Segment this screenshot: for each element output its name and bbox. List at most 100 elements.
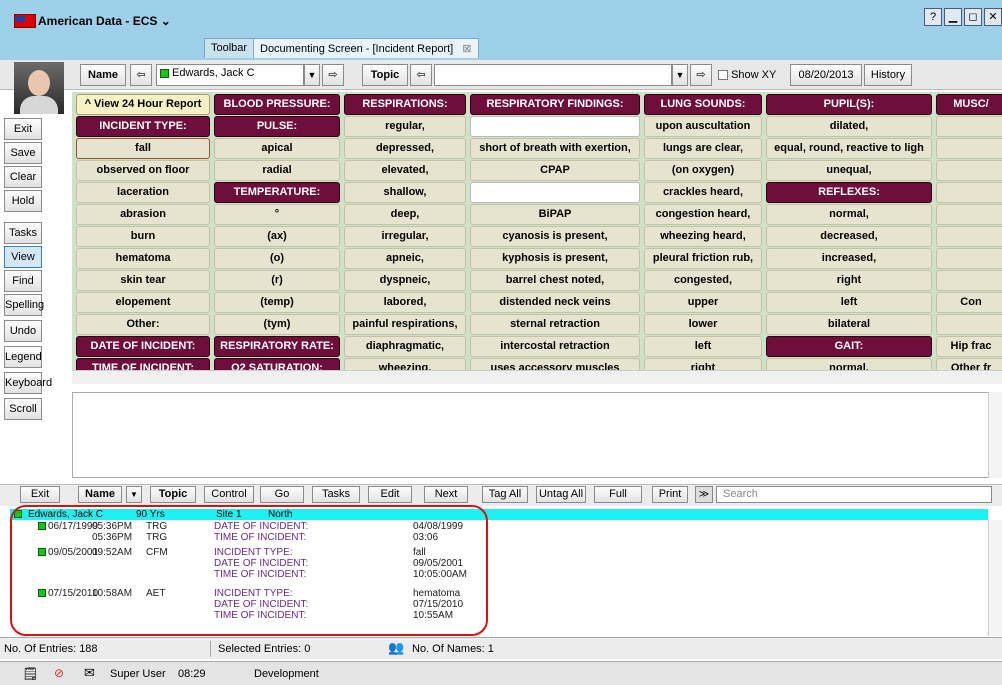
topic-field[interactable]: [434, 64, 672, 86]
grid-header-cell[interactable]: INCIDENT TYPE:: [76, 116, 210, 137]
grid-option-cell[interactable]: laceration: [76, 182, 210, 203]
grid-option-cell[interactable]: Other:: [76, 314, 210, 335]
grid-option-cell[interactable]: (ax): [214, 226, 340, 247]
grid-option-cell[interactable]: [936, 182, 1002, 203]
grid-option-cell[interactable]: right: [644, 358, 762, 370]
grid-option-cell[interactable]: [936, 270, 1002, 291]
minimize-button[interactable]: ▁: [944, 8, 962, 26]
grid-option-cell[interactable]: deep,: [344, 204, 466, 225]
grid-option-cell[interactable]: [470, 116, 640, 137]
grid-option-cell[interactable]: (temp): [214, 292, 340, 313]
grid-option-cell[interactable]: left: [766, 292, 932, 313]
grid-option-cell[interactable]: observed on floor: [76, 160, 210, 181]
grid-option-cell[interactable]: short of breath with exertion,: [470, 138, 640, 159]
grid-option-cell[interactable]: upon auscultation: [644, 116, 762, 137]
sidebar-exit-button[interactable]: Exit: [4, 118, 42, 140]
notes-scrollbar[interactable]: [988, 392, 1002, 478]
grid-header-cell[interactable]: TEMPERATURE:: [214, 182, 340, 203]
tab-documenting-screen[interactable]: Documenting Screen - [Incident Report] ⊠: [253, 38, 479, 58]
sidebar-legend-button[interactable]: Legend: [4, 346, 42, 368]
grid-option-cell[interactable]: elopement: [76, 292, 210, 313]
grid-option-cell[interactable]: irregular,: [344, 226, 466, 247]
grid-option-cell[interactable]: [936, 160, 1002, 181]
show-xy-option[interactable]: Show XY: [718, 69, 776, 81]
grid-option-cell[interactable]: Other fr: [936, 358, 1002, 370]
show-xy-checkbox[interactable]: [718, 70, 728, 81]
grid-header-cell[interactable]: RESPIRATORY FINDINGS:: [470, 94, 640, 115]
grid-header-cell[interactable]: O2 SATURATION:: [214, 358, 340, 370]
date-button[interactable]: 08/20/2013: [790, 64, 862, 86]
grid-header-cell[interactable]: LUNG SOUNDS:: [644, 94, 762, 115]
name-button[interactable]: Name: [80, 64, 126, 86]
sidebar-clear-button[interactable]: Clear: [4, 166, 42, 188]
grid-option-cell[interactable]: cyanosis is present,: [470, 226, 640, 247]
grid-option-cell[interactable]: [936, 314, 1002, 335]
grid-option-cell[interactable]: BiPAP: [470, 204, 640, 225]
grid-option-cell[interactable]: uses accessory muscles: [470, 358, 640, 370]
topic-arrow-right-icon[interactable]: ⇨: [690, 64, 712, 86]
grid-option-cell[interactable]: shallow,: [344, 182, 466, 203]
sidebar-spelling-button[interactable]: Spelling: [4, 294, 44, 316]
sidebar-scroll-button[interactable]: Scroll: [4, 398, 42, 420]
grid-option-cell[interactable]: (o): [214, 248, 340, 269]
sidebar-save-button[interactable]: Save: [4, 142, 42, 164]
mail-icon[interactable]: ✉: [84, 665, 95, 681]
tab-toolbar[interactable]: Toolbar: [204, 38, 255, 58]
grid-option-cell[interactable]: bilateral: [766, 314, 932, 335]
list-edit-button[interactable]: Edit: [368, 486, 412, 503]
expand-icon[interactable]: ≫: [695, 486, 713, 503]
grid-header-cell[interactable]: REFLEXES:: [766, 182, 932, 203]
search-input[interactable]: Search: [716, 486, 992, 503]
topic-button[interactable]: Topic: [362, 64, 408, 86]
grid-option-cell[interactable]: distended neck veins: [470, 292, 640, 313]
grid-option-cell[interactable]: congestion heard,: [644, 204, 762, 225]
history-button[interactable]: History: [864, 64, 912, 86]
grid-option-cell[interactable]: ^ View 24 Hour Report: [76, 94, 210, 115]
grid-option-cell[interactable]: wheezing heard,: [644, 226, 762, 247]
grid-option-cell[interactable]: burn: [76, 226, 210, 247]
grid-option-cell[interactable]: normal,: [766, 204, 932, 225]
sidebar-hold-button[interactable]: Hold: [4, 190, 42, 212]
notes-icon[interactable]: 🗒: [22, 666, 39, 682]
grid-option-cell[interactable]: skin tear: [76, 270, 210, 291]
notes-area[interactable]: [72, 392, 1002, 478]
patient-name-select[interactable]: Edwards, Jack C: [156, 64, 304, 86]
grid-option-cell[interactable]: hematoma: [76, 248, 210, 269]
list-tag-all-button[interactable]: Tag All: [482, 486, 528, 503]
grid-option-cell[interactable]: lungs are clear,: [644, 138, 762, 159]
grid-header-cell[interactable]: PUPIL(S):: [766, 94, 932, 115]
grid-option-cell[interactable]: lower: [644, 314, 762, 335]
grid-option-cell[interactable]: depressed,: [344, 138, 466, 159]
grid-option-cell[interactable]: radial: [214, 160, 340, 181]
grid-option-cell[interactable]: pleural friction rub,: [644, 248, 762, 269]
topic-dropdown-button[interactable]: ▼: [672, 64, 688, 86]
grid-option-cell[interactable]: elevated,: [344, 160, 466, 181]
grid-option-cell[interactable]: equal, round, reactive to ligh: [766, 138, 932, 159]
grid-option-cell[interactable]: crackles heard,: [644, 182, 762, 203]
grid-option-cell[interactable]: (on oxygen): [644, 160, 762, 181]
grid-option-cell[interactable]: right: [766, 270, 932, 291]
grid-option-cell[interactable]: upper: [644, 292, 762, 313]
topic-arrow-left-icon[interactable]: ⇦: [410, 64, 432, 86]
list-tasks-button[interactable]: Tasks: [312, 486, 360, 503]
grid-option-cell[interactable]: CPAP: [470, 160, 640, 181]
grid-header-cell[interactable]: PULSE:: [214, 116, 340, 137]
arrow-left-icon[interactable]: ⇦: [130, 64, 152, 86]
maximize-button[interactable]: ◻: [964, 8, 982, 26]
grid-option-cell[interactable]: [936, 204, 1002, 225]
sidebar-view-button[interactable]: View: [4, 246, 42, 268]
grid-option-cell[interactable]: dyspneic,: [344, 270, 466, 291]
grid-header-cell[interactable]: RESPIRATORY RATE:: [214, 336, 340, 357]
grid-option-cell[interactable]: (r): [214, 270, 340, 291]
grid-option-cell[interactable]: [936, 248, 1002, 269]
grid-option-cell[interactable]: Hip frac: [936, 336, 1002, 357]
close-tab-icon[interactable]: ⊠: [462, 43, 471, 55]
grid-option-cell[interactable]: increased,: [766, 248, 932, 269]
name-dropdown-button[interactable]: ▼: [126, 486, 142, 503]
sidebar-find-button[interactable]: Find: [4, 270, 42, 292]
list-topic-button[interactable]: Topic: [150, 486, 196, 503]
grid-option-cell[interactable]: dilated,: [766, 116, 932, 137]
grid-header-cell[interactable]: GAIT:: [766, 336, 932, 357]
grid-header-cell[interactable]: TIME OF INCIDENT:: [76, 358, 210, 370]
list-scrollbar[interactable]: [988, 520, 1002, 636]
